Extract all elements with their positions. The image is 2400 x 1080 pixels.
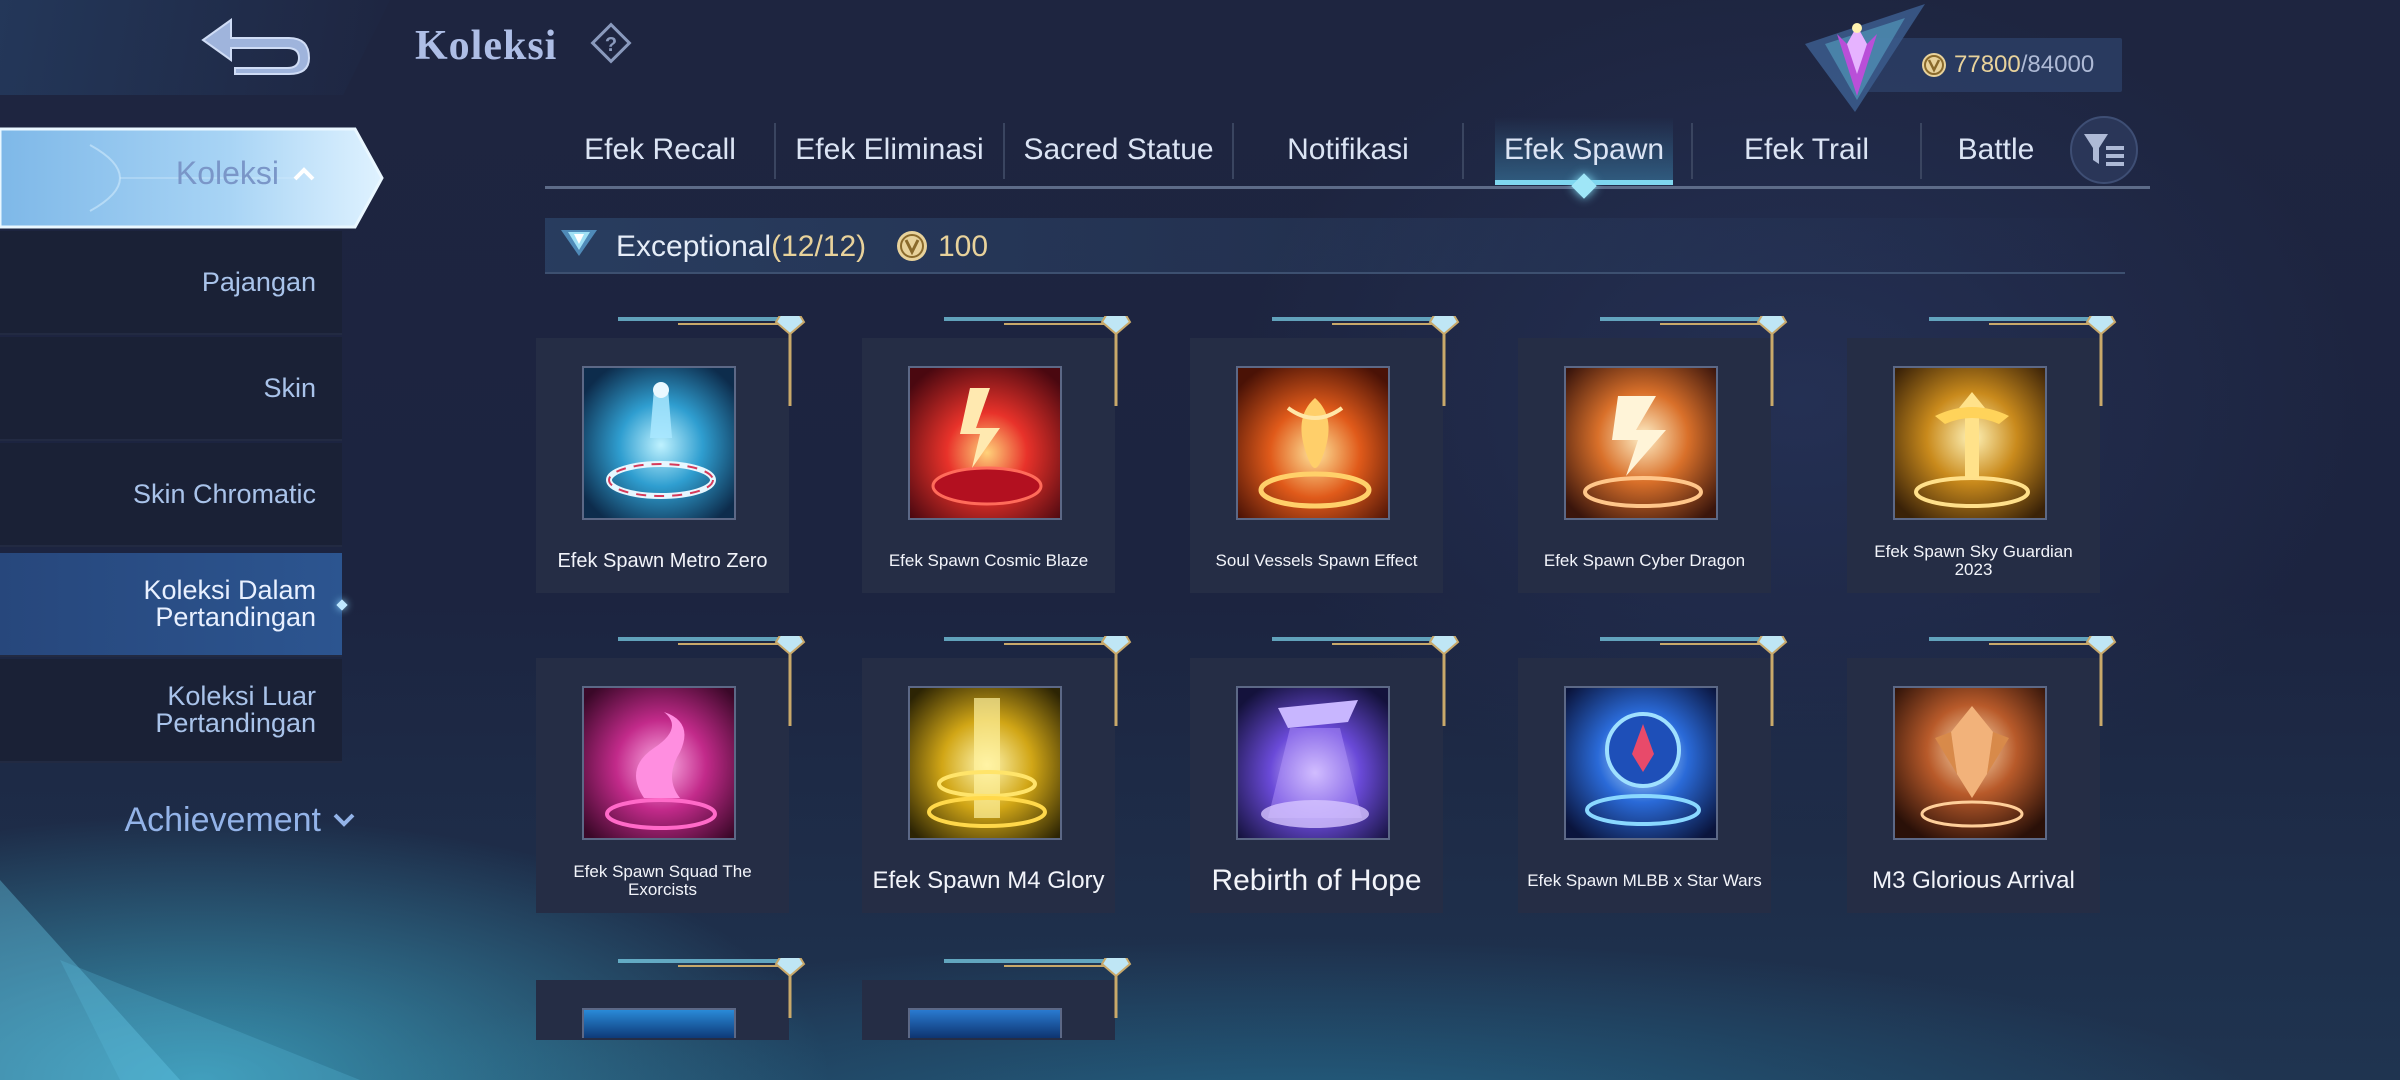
filter-button[interactable]	[2070, 116, 2138, 184]
collection-card-squad-exorcists[interactable]: Efek Spawn Squad The Exorcists	[536, 636, 806, 913]
help-icon[interactable]: ?	[590, 22, 632, 64]
exceptional-tier-icon	[561, 230, 597, 256]
sidebar-item-koleksi-dalam-pertandingan[interactable]: Koleksi Dalam Pertandingan	[0, 553, 342, 657]
collection-card-m3-glorious-arrival[interactable]: M3 Glorious Arrival	[1847, 636, 2117, 913]
sidebar-main-label: Koleksi	[175, 155, 279, 191]
tab-label: Efek Recall	[584, 133, 736, 166]
spawn-effect-image	[908, 686, 1062, 840]
spawn-effect-image	[1564, 366, 1718, 520]
tab-efek-eliminasi[interactable]: Efek Eliminasi	[775, 117, 1004, 183]
filter-icon	[2084, 134, 2124, 166]
achievement-label: Achievement	[124, 800, 321, 839]
card-name: Efek Spawn Sky Guardian 2023	[1874, 542, 2073, 579]
points-current: 77800	[1954, 51, 2021, 78]
collection-card-m4-glory[interactable]: Efek Spawn M4 Glory	[862, 636, 1132, 913]
spawn-effect-image	[1564, 686, 1718, 840]
sidebar-item-label: Koleksi Luar Pertandingan	[155, 681, 316, 738]
background-shard-decoration	[0, 880, 360, 1080]
tab-label: Battle	[1957, 133, 2035, 166]
section-count: (12/12)	[771, 230, 867, 263]
spawn-effect-image	[1236, 686, 1390, 840]
sidebar-item-label: Skin Chromatic	[132, 478, 316, 509]
card-name: M3 Glorious Arrival	[1872, 867, 2075, 895]
collection-card-soul-vessels[interactable]: Soul Vessels Spawn Effect	[1190, 316, 1460, 593]
card-name: Efek Spawn Metro Zero	[557, 549, 768, 572]
tab-battle[interactable]: Battle	[1921, 117, 2071, 183]
tab-label: Efek Trail	[1743, 133, 1870, 166]
card-name: Rebirth of Hope	[1211, 864, 1422, 898]
tab-sacred-statue[interactable]: Sacred Statue	[1004, 117, 1233, 183]
sidebar-main-koleksi[interactable]: Koleksi	[0, 125, 385, 231]
card-name: Efek Spawn MLBB x Star Wars	[1527, 871, 1762, 891]
spawn-effect-image	[582, 366, 736, 520]
points-separator: /	[2020, 51, 2028, 78]
spawn-effect-image	[582, 1008, 736, 1038]
spawn-effect-image	[582, 686, 736, 840]
chevron-down-icon	[333, 813, 355, 827]
sidebar-item-label: Skin	[263, 372, 316, 403]
sidebar-item-koleksi-luar-pertandingan[interactable]: Koleksi Luar Pertandingan	[0, 659, 342, 763]
svg-text:?: ?	[605, 34, 617, 56]
collection-card-sky-guardian[interactable]: Efek Spawn Sky Guardian 2023	[1847, 316, 2117, 593]
collection-card-rebirth-of-hope[interactable]: Rebirth of Hope	[1190, 636, 1460, 913]
tab-label: Efek Eliminasi	[795, 133, 984, 166]
collector-rank-emblem-icon	[1805, 4, 1925, 112]
spawn-effect-image	[1893, 366, 2047, 520]
collection-card-partial[interactable]	[862, 958, 1132, 1040]
tab-efek-spawn[interactable]: Efek Spawn	[1463, 117, 1705, 183]
tab-efek-trail[interactable]: Efek Trail	[1692, 117, 1921, 183]
spawn-effect-image	[1893, 686, 2047, 840]
collection-coin-icon	[897, 231, 927, 261]
card-name: Efek Spawn Cyber Dragon	[1543, 551, 1746, 571]
back-button[interactable]	[190, 10, 320, 80]
points-max: 84000	[2027, 51, 2095, 78]
card-name: Efek Spawn Cosmic Blaze	[888, 551, 1089, 571]
category-tabs: Efek Recall Efek Eliminasi Sacred Statue…	[545, 117, 2150, 199]
tab-label: Efek Spawn	[1503, 133, 1665, 166]
collection-card-metro-zero[interactable]: Efek Spawn Metro Zero	[536, 316, 806, 593]
spawn-effect-image	[1236, 366, 1390, 520]
chevron-up-icon	[293, 166, 315, 180]
collection-card-cyber-dragon[interactable]: Efek Spawn Cyber Dragon	[1518, 316, 1788, 593]
card-name: Efek Spawn Squad The Exorcists	[573, 862, 752, 899]
collection-card-partial[interactable]	[536, 958, 806, 1040]
sidebar-item-skin-chromatic[interactable]: Skin Chromatic	[0, 443, 342, 547]
section-title: Exceptional(12/12)	[616, 230, 866, 264]
sidebar-item-skin[interactable]: Skin	[0, 337, 342, 441]
tab-label: Notifikasi	[1287, 133, 1409, 166]
card-name: Efek Spawn M4 Glory	[872, 867, 1105, 895]
sidebar-item-label: Koleksi Dalam Pertandingan	[143, 575, 316, 632]
sidebar-item-label: Pajangan	[201, 266, 316, 297]
collection-card-mlbb-star-wars[interactable]: Efek Spawn MLBB x Star Wars	[1518, 636, 1788, 913]
sidebar-item-pajangan[interactable]: Pajangan	[0, 231, 342, 335]
collection-card-cosmic-blaze[interactable]: Efek Spawn Cosmic Blaze	[862, 316, 1132, 593]
page-title: Koleksi	[415, 23, 558, 69]
back-arrow-icon	[201, 18, 311, 75]
section-title-label: Exceptional	[616, 230, 772, 263]
spawn-effect-image	[908, 366, 1062, 520]
spawn-effect-image	[908, 1008, 1062, 1038]
section-points: 100	[938, 230, 989, 263]
tab-label: Sacred Statue	[1023, 133, 1214, 166]
tab-efek-recall[interactable]: Efek Recall	[545, 117, 775, 183]
card-name: Soul Vessels Spawn Effect	[1215, 551, 1418, 571]
sidebar-achievement[interactable]: Achievement	[0, 790, 355, 850]
tab-notifikasi[interactable]: Notifikasi	[1233, 117, 1463, 183]
